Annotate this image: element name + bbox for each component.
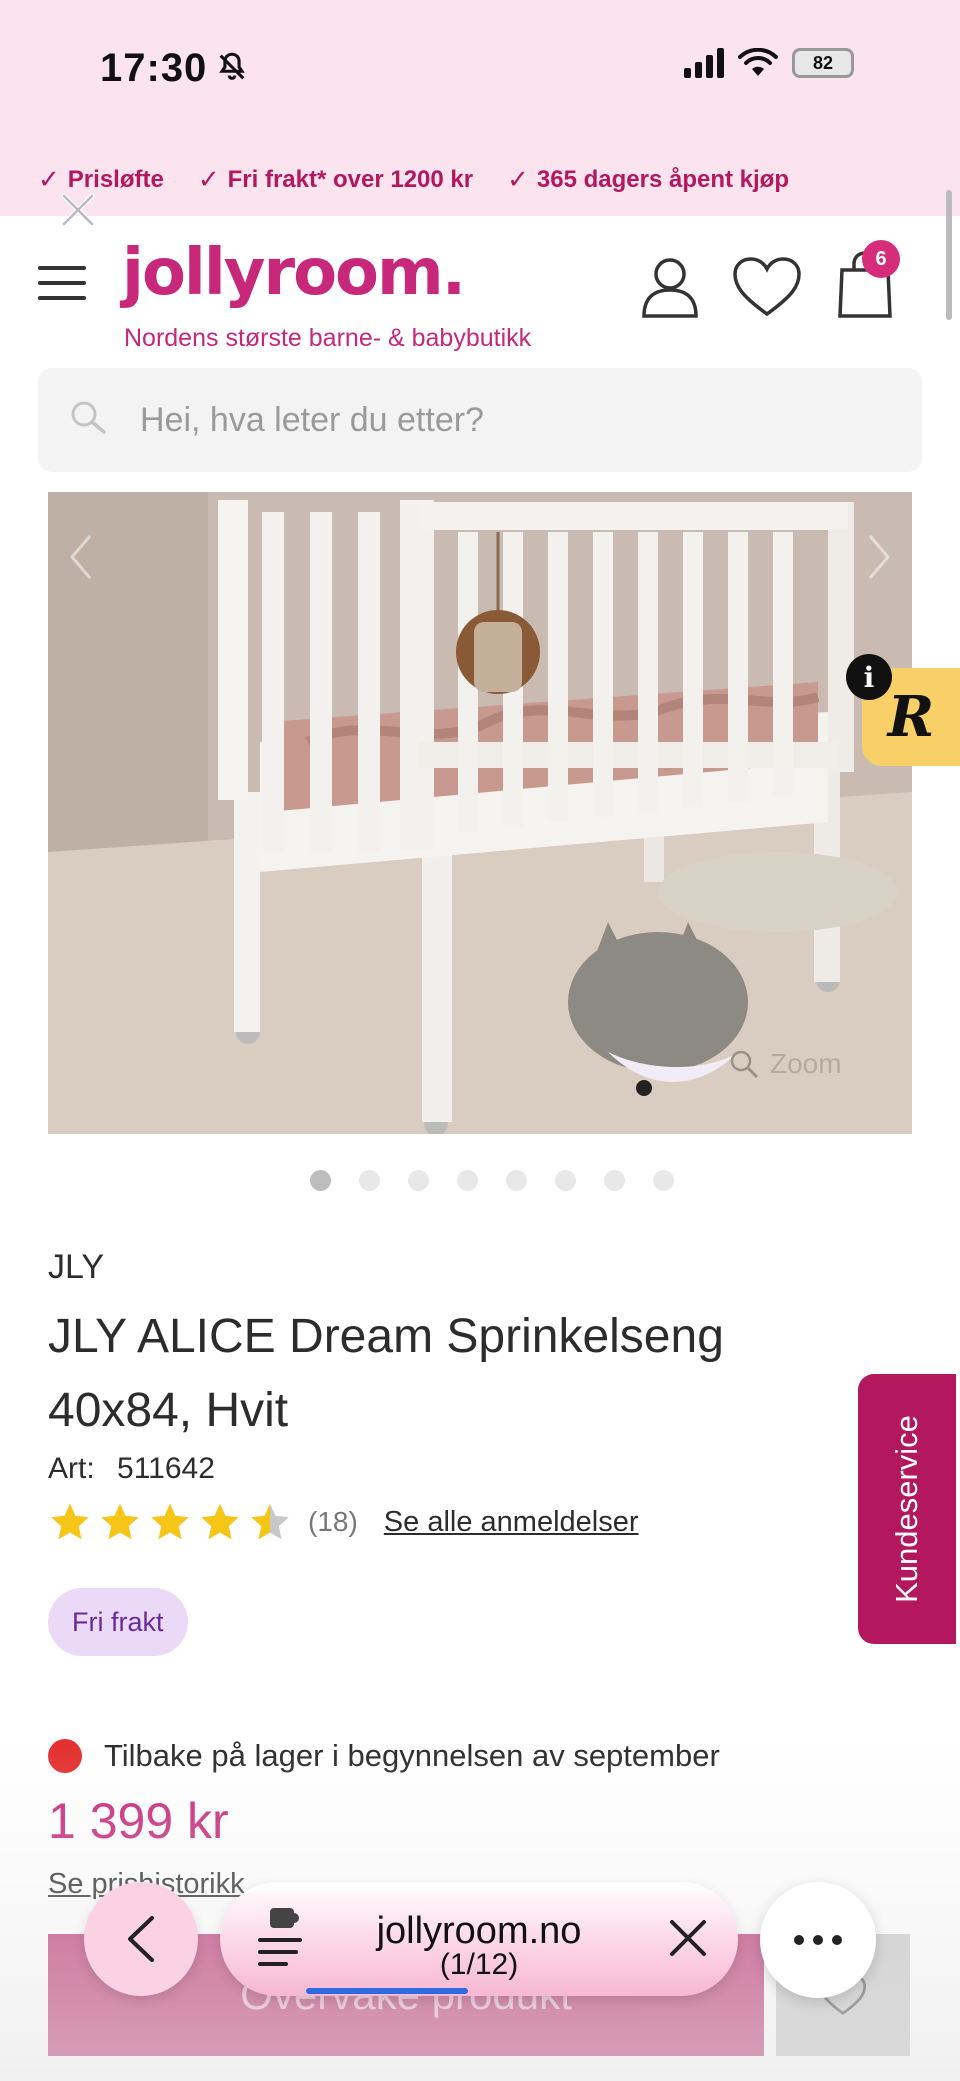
- customer-service-label: Kundeservice: [889, 1415, 924, 1603]
- image-carousel-dots: [310, 1170, 674, 1191]
- usp-item: ✓ 365 dagers åpent kjøp: [507, 164, 789, 195]
- zoom-icon: [730, 1050, 759, 1079]
- star-full-icon: [151, 1503, 189, 1540]
- article-number-row: Art: 511642: [48, 1452, 215, 1486]
- browser-more-button[interactable]: [760, 1882, 876, 1998]
- tab-counter: (1/12): [439, 1948, 519, 1981]
- status-time: 17:30: [100, 46, 208, 90]
- carousel-dot[interactable]: [506, 1170, 527, 1191]
- check-icon: ✓: [197, 164, 220, 194]
- rating-row: (18) Se alle anmeldelser: [48, 1500, 639, 1544]
- close-icon[interactable]: [666, 1916, 710, 1960]
- search-icon: [71, 401, 106, 434]
- cart-count-badge: 6: [862, 240, 900, 278]
- previous-image-arrow-icon[interactable]: [66, 532, 96, 582]
- out-of-stock-indicator-icon: [48, 1739, 82, 1773]
- next-image-arrow-icon[interactable]: [864, 532, 894, 582]
- star-full-icon: [201, 1503, 239, 1540]
- usp-label: 365 dagers åpent kjøp: [536, 165, 789, 193]
- customer-service-tab[interactable]: Kundeservice: [858, 1374, 956, 1644]
- search-bar[interactable]: [38, 368, 922, 472]
- crib-photo: [48, 492, 912, 1134]
- carousel-dot[interactable]: [310, 1170, 331, 1191]
- info-icon[interactable]: i: [846, 654, 892, 700]
- article-number-label: Art:: [48, 1452, 95, 1485]
- wifi-icon: [738, 48, 778, 76]
- product-price: 1 399 kr: [48, 1793, 229, 1849]
- check-icon: ✓: [507, 164, 529, 194]
- see-all-reviews-link[interactable]: Se alle anmeldelser: [384, 1506, 639, 1539]
- carousel-dot[interactable]: [555, 1170, 576, 1191]
- account-icon[interactable]: [640, 256, 700, 318]
- carousel-dot[interactable]: [457, 1170, 478, 1191]
- search-input[interactable]: [140, 390, 880, 450]
- carousel-dot[interactable]: [408, 1170, 429, 1191]
- article-number: 511642: [117, 1452, 215, 1485]
- usp-row: ✓ Prisløfte ✓ Fri frakt* over 1200 kr ✓ …: [38, 164, 938, 195]
- carousel-dot[interactable]: [653, 1170, 674, 1191]
- review-count: (18): [308, 1506, 358, 1537]
- zoom-label: Zoom: [770, 1048, 842, 1079]
- close-icon[interactable]: [58, 190, 98, 230]
- chevron-left-icon: [128, 1916, 154, 1962]
- browser-back-button[interactable]: [84, 1882, 198, 1996]
- wishlist-heart-icon[interactable]: [732, 256, 802, 318]
- browser-address-bar[interactable]: jollyroom.no (1/12): [220, 1882, 738, 1996]
- usp-item: ✓ Prisløfte: [38, 164, 164, 195]
- status-icons: 82: [684, 48, 854, 78]
- usp-label: Fri frakt* over 1200 kr: [227, 165, 474, 193]
- star-half-icon: [251, 1503, 289, 1540]
- stock-status-text: Tilbake på lager i begynnelsen av septem…: [104, 1738, 720, 1773]
- page-load-progress: [306, 1988, 468, 1994]
- usp-item: ✓ Fri frakt* over 1200 kr: [198, 164, 473, 195]
- product-image[interactable]: Zoom: [48, 492, 912, 1134]
- scrollbar[interactable]: [946, 190, 952, 320]
- free-shipping-badge: Fri frakt: [48, 1588, 188, 1656]
- menu-icon[interactable]: [38, 266, 86, 300]
- check-icon: ✓: [38, 164, 60, 194]
- site-logo[interactable]: jollyroom.: [122, 236, 466, 310]
- stock-status: Tilbake på lager i begynnelsen av septem…: [48, 1738, 720, 1774]
- battery-indicator: 82: [792, 48, 854, 78]
- product-brand[interactable]: JLY: [48, 1248, 104, 1287]
- cellular-signal-icon: [684, 48, 724, 78]
- site-tagline: Nordens største barne- & babybutikk: [124, 324, 532, 352]
- star-full-icon: [101, 1503, 139, 1540]
- zoom-button[interactable]: Zoom: [728, 1048, 842, 1080]
- browser-domain: jollyroom.no: [376, 1910, 582, 1952]
- carousel-dot[interactable]: [359, 1170, 380, 1191]
- star-full-icon: [51, 1503, 89, 1540]
- silent-mode-icon: [219, 52, 245, 80]
- carousel-dot[interactable]: [604, 1170, 625, 1191]
- product-title: JLY ALICE Dream Sprinkelseng 40x84, Hvit: [48, 1310, 724, 1437]
- site-header: jollyroom. Nordens største barne- & baby…: [0, 216, 960, 366]
